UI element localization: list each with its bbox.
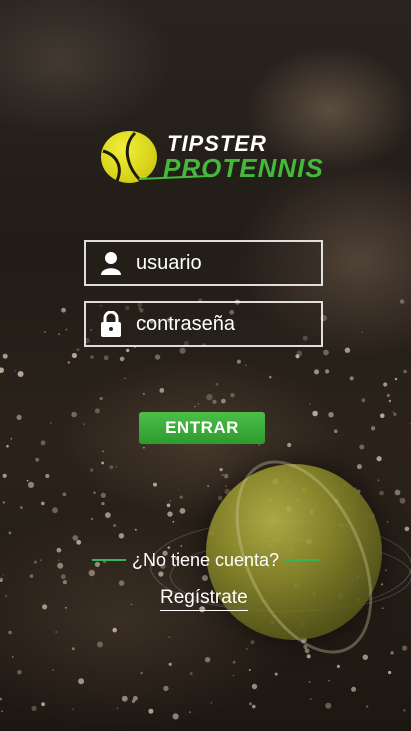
username-input[interactable] [136, 251, 316, 275]
user-icon [86, 240, 136, 286]
lock-icon [86, 301, 136, 347]
login-button[interactable]: ENTRAR [139, 412, 265, 444]
divider-left [91, 559, 126, 561]
password-field[interactable] [84, 301, 323, 347]
no-account-row: ¿No tiene cuenta? [84, 548, 327, 572]
no-account-text: ¿No tiene cuenta? [131, 549, 280, 570]
password-input[interactable] [136, 312, 316, 336]
app-logo: TIPSTER PROTENNIS [101, 131, 323, 187]
divider-right [285, 559, 320, 561]
register-link[interactable]: Regístrate [160, 587, 248, 611]
logo-swoosh [139, 175, 209, 180]
username-field[interactable] [84, 240, 323, 286]
